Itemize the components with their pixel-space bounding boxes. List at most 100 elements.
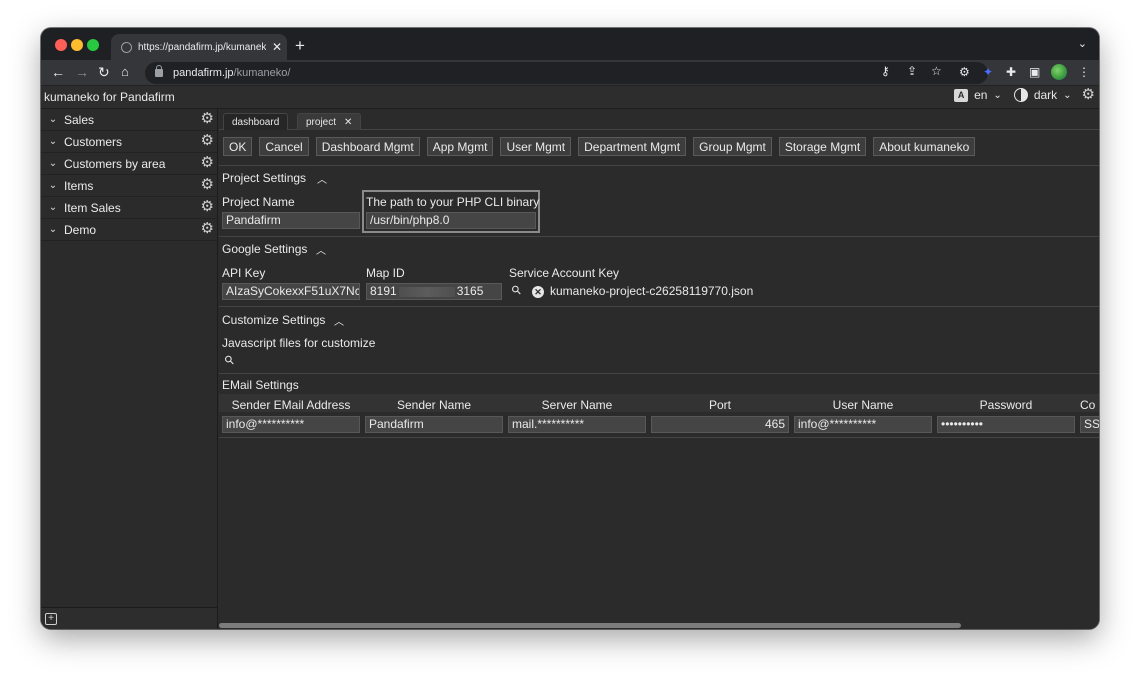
col-sender-email: Sender EMail Address <box>231 398 351 412</box>
project-name-field[interactable]: Pandafirm <box>222 212 360 229</box>
home-icon[interactable]: ⌂ <box>121 64 129 80</box>
col-sender-name: Sender Name <box>396 398 472 412</box>
map-id-field[interactable]: 8191 3165 <box>366 283 502 300</box>
back-arrow-icon[interactable]: ← <box>51 64 65 80</box>
port-field[interactable]: 465 <box>651 416 789 433</box>
share-icon[interactable]: ⇪ <box>907 64 917 78</box>
gear-icon[interactable]: ⚙ <box>201 221 214 236</box>
api-key-label: API Key <box>222 266 266 280</box>
col-server-name: Server Name <box>541 398 613 412</box>
gear-icon[interactable]: ⚙ <box>201 133 214 148</box>
new-tab-button[interactable]: + <box>295 36 305 56</box>
url-host: pandafirm.jp <box>173 67 234 79</box>
collapse-caret-icon[interactable]: ︿ <box>317 171 327 186</box>
browser-tabstrip: https://pandafirm.jp/kumaneko/ ✕ + ⌄ <box>41 28 1099 60</box>
php-path-field[interactable]: /usr/bin/php8.0 <box>366 212 536 229</box>
collapse-caret-icon[interactable]: ︿ <box>316 242 326 257</box>
password-field[interactable]: •••••••••• <box>937 416 1075 433</box>
horizontal-scrollbar[interactable] <box>219 621 1099 629</box>
app-header: kumaneko for Pandafirm A en ⌄ dark ⌄ ⚙ <box>41 86 1099 109</box>
globe-icon <box>121 41 132 53</box>
theme-icon <box>1013 88 1028 102</box>
sidebar-item-label: Sales <box>64 112 95 127</box>
sidebar-item-item-sales[interactable]: ⌄ Item Sales ⚙ <box>41 197 217 219</box>
sender-name-field[interactable]: Pandafirm <box>365 416 503 433</box>
theme-chevron-icon[interactable]: ⌄ <box>1063 90 1071 101</box>
dashboard-mgmt-button[interactable]: Dashboard Mgmt <box>315 137 420 156</box>
maximize-window-button[interactable] <box>87 39 99 51</box>
tab-search-chevron-icon[interactable]: ⌄ <box>1078 37 1087 50</box>
user-name-field[interactable]: info@********** <box>794 416 932 433</box>
sidebar-item-demo[interactable]: ⌄ Demo ⚙ <box>41 219 217 241</box>
theme-select[interactable]: dark <box>1034 88 1057 102</box>
extensions-puzzle-icon[interactable]: ✚ <box>1006 65 1016 79</box>
reload-icon[interactable]: ↻ <box>98 64 110 80</box>
extension-gear-icon[interactable]: ⚙ <box>959 65 970 79</box>
sidebar-item-sales[interactable]: ⌄ Sales ⚙ <box>41 109 217 131</box>
group-mgmt-button[interactable]: Group Mgmt <box>693 137 772 156</box>
service-key-filename[interactable]: kumaneko-project-c26258119770.json <box>550 284 753 298</box>
connection-field[interactable]: SS <box>1080 416 1099 433</box>
chevron-down-icon[interactable]: ⌄ <box>43 202 63 213</box>
map-id-suffix: 3165 <box>456 284 484 298</box>
page-tabs: dashboard project ✕ <box>219 109 1099 130</box>
language-chevron-icon[interactable]: ⌄ <box>993 90 1001 101</box>
storage-mgmt-button[interactable]: Storage Mgmt <box>778 137 867 156</box>
minimize-window-button[interactable] <box>71 39 83 51</box>
profile-avatar[interactable] <box>1051 64 1067 80</box>
sidebar-item-customers[interactable]: ⌄ Customers ⚙ <box>41 131 217 153</box>
gear-icon[interactable]: ⚙ <box>201 199 214 214</box>
divider <box>219 373 1099 374</box>
user-mgmt-button[interactable]: User Mgmt <box>500 137 572 156</box>
sidebar-item-customers-by-area[interactable]: ⌄ Customers by area ⚙ <box>41 153 217 175</box>
project-settings-title: Project Settings <box>222 171 307 185</box>
browser-menu-icon[interactable]: ⋮ <box>1078 65 1090 79</box>
col-password: Password <box>979 398 1033 412</box>
close-window-button[interactable] <box>55 39 67 51</box>
close-tab-icon[interactable]: ✕ <box>344 117 352 128</box>
address-bar[interactable]: pandafirm.jp/kumaneko/ ⚷ ⇪ ☆ <box>145 62 988 84</box>
gear-icon[interactable]: ⚙ <box>201 111 214 126</box>
ok-button[interactable]: OK <box>223 137 253 156</box>
browser-toolbar: ← → ↻ ⌂ pandafirm.jp/kumaneko/ ⚷ ⇪ ☆ ⚙ ✦… <box>41 60 1099 86</box>
paperclip-icon[interactable]: ⚲ <box>508 282 524 298</box>
app: kumaneko for Pandafirm A en ⌄ dark ⌄ ⚙ ⌄… <box>41 86 1099 629</box>
chevron-down-icon[interactable]: ⌄ <box>43 158 63 169</box>
map-id-prefix: 8191 <box>370 284 397 298</box>
about-kumaneko-button[interactable]: About kumaneko <box>873 137 976 156</box>
scrollbar-thumb[interactable] <box>219 623 961 628</box>
close-tab-icon[interactable]: ✕ <box>272 40 282 54</box>
side-panel-icon[interactable]: ▣ <box>1029 65 1040 79</box>
chevron-down-icon[interactable]: ⌄ <box>43 224 63 235</box>
sidebar-item-items[interactable]: ⌄ Items ⚙ <box>41 175 217 197</box>
paperclip-icon[interactable]: ⚲ <box>221 352 237 368</box>
forward-arrow-icon[interactable]: → <box>75 64 89 80</box>
key-icon[interactable]: ⚷ <box>881 64 890 78</box>
js-files-label: Javascript files for customize <box>222 336 376 350</box>
department-mgmt-button[interactable]: Department Mgmt <box>578 137 687 156</box>
tab-project[interactable]: project ✕ <box>297 113 362 130</box>
api-key-field[interactable]: AIzaSyCokexxF51uX7Nc <box>222 283 360 300</box>
gear-icon[interactable]: ⚙ <box>201 177 214 192</box>
language-select[interactable]: en <box>974 88 987 102</box>
cancel-button[interactable]: Cancel <box>259 137 309 156</box>
extension-icon[interactable]: ✦ <box>983 65 993 79</box>
chevron-down-icon[interactable]: ⌄ <box>43 136 63 147</box>
google-settings-title: Google Settings <box>222 242 308 256</box>
remove-file-icon[interactable]: ✕ <box>532 286 544 298</box>
server-name-field[interactable]: mail.********** <box>508 416 646 433</box>
sender-email-field[interactable]: info@********** <box>222 416 360 433</box>
bookmark-star-icon[interactable]: ☆ <box>931 64 942 78</box>
tab-dashboard[interactable]: dashboard <box>223 113 289 130</box>
collapse-caret-icon[interactable]: ︿ <box>334 313 344 328</box>
chevron-down-icon[interactable]: ⌄ <box>43 180 63 191</box>
browser-tab[interactable]: https://pandafirm.jp/kumaneko/ ✕ <box>111 34 287 60</box>
app-title: kumaneko for Pandafirm <box>44 90 175 104</box>
chevron-down-icon[interactable]: ⌄ <box>43 114 63 125</box>
app-mgmt-button[interactable]: App Mgmt <box>426 137 494 156</box>
settings-gear-icon[interactable]: ⚙ <box>1082 87 1095 102</box>
add-app-icon[interactable]: + <box>45 613 57 625</box>
url-path: /kumaneko/ <box>233 67 291 79</box>
gear-icon[interactable]: ⚙ <box>201 155 214 170</box>
header-controls: A en ⌄ dark ⌄ ⚙ <box>954 87 1095 102</box>
